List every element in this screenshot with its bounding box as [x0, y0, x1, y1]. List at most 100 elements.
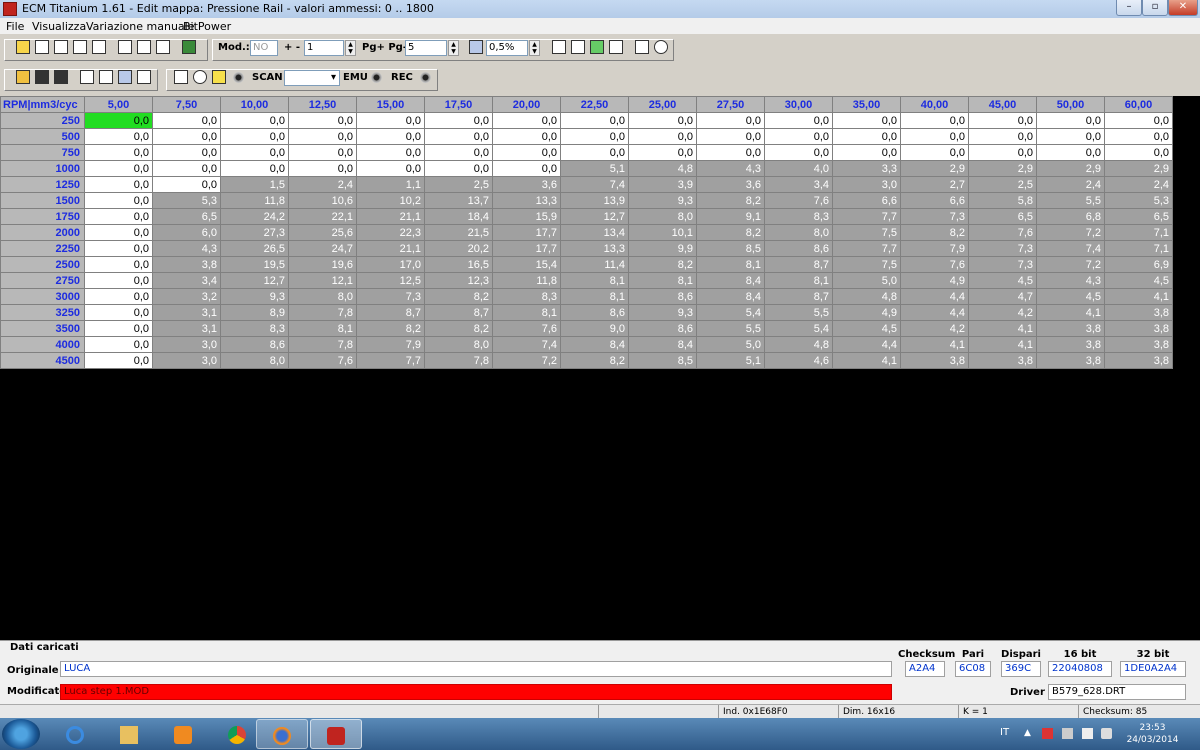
map-cell[interactable]: 7,1	[1104, 224, 1173, 241]
map-cell[interactable]: 5,5	[764, 304, 833, 321]
map-cell[interactable]: 0,0	[832, 144, 901, 161]
map-cell[interactable]: 0,0	[764, 112, 833, 129]
map-cell[interactable]: 0,0	[764, 128, 833, 145]
reset-icon[interactable]	[156, 40, 170, 54]
map-cell[interactable]: 8,6	[764, 240, 833, 257]
pari-field[interactable]: 6C08	[955, 661, 991, 677]
map-cell[interactable]: 6,5	[1104, 208, 1173, 225]
taskbar-ecm-titanium[interactable]	[310, 719, 362, 749]
map-cell[interactable]: 8,1	[628, 272, 697, 289]
map-cell[interactable]: 22,3	[356, 224, 425, 241]
map-cell[interactable]: 7,8	[288, 304, 357, 321]
map-cell[interactable]: 0,0	[288, 128, 357, 145]
table-mode-icon[interactable]	[118, 70, 132, 84]
window-mode-icon[interactable]	[137, 70, 151, 84]
taskbar-media[interactable]	[158, 719, 210, 749]
map-cell[interactable]: 0,0	[1036, 144, 1105, 161]
usb-device-icon[interactable]	[1062, 728, 1073, 739]
map-cell[interactable]: 2,4	[1104, 176, 1173, 193]
map-cell[interactable]: 4,1	[900, 336, 969, 353]
map-cell[interactable]: 4,3	[696, 160, 765, 177]
map-cell[interactable]: 7,6	[968, 224, 1037, 241]
map-cell[interactable]: 2,9	[968, 160, 1037, 177]
map-cell[interactable]: 10,2	[356, 192, 425, 209]
map-cell[interactable]: 8,4	[696, 272, 765, 289]
lock-icon[interactable]	[193, 70, 207, 84]
map-cell[interactable]: 27,3	[220, 224, 289, 241]
map-cell[interactable]: 2,9	[900, 160, 969, 177]
map-cell[interactable]: 0,0	[84, 272, 153, 289]
map-cell[interactable]: 2,4	[288, 176, 357, 193]
map-cell[interactable]: 3,9	[628, 176, 697, 193]
menu-file[interactable]: File	[6, 20, 24, 33]
map-cell[interactable]: 13,3	[492, 192, 561, 209]
map-cell[interactable]: 0,0	[356, 112, 425, 129]
map-cell[interactable]: 25,6	[288, 224, 357, 241]
step-field[interactable]: 1	[304, 40, 344, 56]
network-icon[interactable]	[1082, 728, 1093, 739]
map-cell[interactable]: 11,8	[492, 272, 561, 289]
map-cell[interactable]: 4,1	[968, 336, 1037, 353]
map-cell[interactable]: 0,0	[220, 112, 289, 129]
map-cell[interactable]: 2,5	[424, 176, 493, 193]
map-cell[interactable]: 7,5	[832, 256, 901, 273]
map-cell[interactable]: 0,0	[832, 128, 901, 145]
map-cell[interactable]: 0,0	[84, 160, 153, 177]
map-cell[interactable]: 6,8	[1036, 208, 1105, 225]
map-cell[interactable]: 4,3	[1036, 272, 1105, 289]
show-hidden-icons-icon[interactable]: ▲	[1024, 728, 1035, 739]
add-icon[interactable]	[571, 40, 585, 54]
map-cell[interactable]: 8,1	[696, 256, 765, 273]
menu-variazione-manuale[interactable]: Variazione manuale	[86, 20, 195, 33]
map-cell[interactable]: 4,5	[968, 272, 1037, 289]
compare-icon[interactable]	[182, 40, 196, 54]
bit32-field[interactable]: 1DE0A2A4	[1120, 661, 1186, 677]
map-cell[interactable]: 7,3	[900, 208, 969, 225]
map-cell[interactable]: 19,5	[220, 256, 289, 273]
taskbar-ie[interactable]	[50, 719, 102, 749]
map-cell[interactable]: 6,6	[832, 192, 901, 209]
map-cell[interactable]: 8,2	[696, 224, 765, 241]
graph-2d-icon[interactable]	[73, 40, 87, 54]
map-cell[interactable]: 13,7	[424, 192, 493, 209]
set-value-icon[interactable]	[609, 40, 623, 54]
map-cell[interactable]: 4,9	[900, 272, 969, 289]
map-cell[interactable]: 8,2	[900, 224, 969, 241]
power-icon[interactable]	[654, 40, 668, 54]
map-cell[interactable]: 0,0	[288, 144, 357, 161]
map-cell[interactable]: 13,3	[560, 240, 629, 257]
taskbar-firefox[interactable]	[256, 719, 308, 749]
map-cell[interactable]: 0,0	[900, 112, 969, 129]
map-cell[interactable]: 8,1	[560, 288, 629, 305]
map-cell[interactable]: 0,0	[968, 128, 1037, 145]
map-cell[interactable]: 8,4	[560, 336, 629, 353]
map-cell[interactable]: 26,5	[220, 240, 289, 257]
map-cell[interactable]: 3,8	[900, 352, 969, 369]
mod-field[interactable]: NO	[250, 40, 278, 56]
map-cell[interactable]: 0,0	[1036, 128, 1105, 145]
map-cell[interactable]: 0,0	[84, 176, 153, 193]
percent-mode-icon[interactable]	[469, 40, 483, 54]
map-cell[interactable]: 3,8	[1104, 304, 1173, 321]
map-cell[interactable]: 3,0	[152, 352, 221, 369]
map-cell[interactable]: 8,7	[764, 288, 833, 305]
map-cell[interactable]: 0,0	[628, 112, 697, 129]
map-cell[interactable]: 2,9	[1104, 160, 1173, 177]
map-cell[interactable]: 6,6	[900, 192, 969, 209]
map-cell[interactable]: 5,1	[560, 160, 629, 177]
map-cell[interactable]: 0,0	[84, 336, 153, 353]
multiply-icon[interactable]	[552, 40, 566, 54]
map-cell[interactable]: 4,5	[1036, 288, 1105, 305]
map-cell[interactable]: 12,5	[356, 272, 425, 289]
map-cell[interactable]: 8,3	[764, 208, 833, 225]
map-cell[interactable]: 4,0	[764, 160, 833, 177]
map-cell[interactable]: 4,2	[968, 304, 1037, 321]
map-cell[interactable]: 0,0	[220, 128, 289, 145]
emu-radio[interactable]	[371, 72, 382, 83]
map-cell[interactable]: 6,0	[152, 224, 221, 241]
map-cell[interactable]: 19,6	[288, 256, 357, 273]
map-cell[interactable]: 0,0	[152, 160, 221, 177]
minimize-button[interactable]: –	[1116, 0, 1142, 16]
map-cell[interactable]: 2,5	[968, 176, 1037, 193]
map-cell[interactable]: 20,2	[424, 240, 493, 257]
